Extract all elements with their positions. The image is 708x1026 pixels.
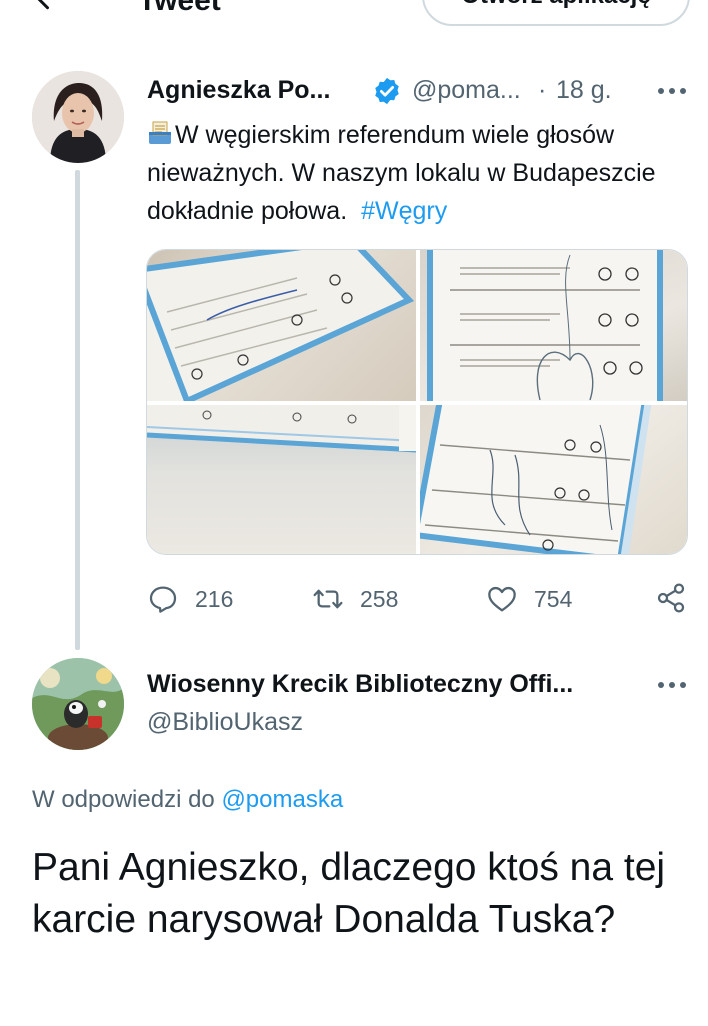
thread-connector-line (75, 170, 80, 650)
retweet-count: 258 (360, 585, 399, 612)
author-handle[interactable]: @poma... (412, 76, 521, 105)
reply-to-label: W odpowiedzi do (32, 786, 215, 813)
top-bar: Tweet Otwórz aplikację (0, 0, 708, 26)
ballot-box-icon (149, 121, 171, 144)
reply-icon (149, 586, 177, 613)
reply-text: Pani Agnieszko, dlaczego ktoś na tej kar… (32, 846, 666, 941)
mention-link[interactable]: @pomaska (221, 786, 343, 813)
media-grid (146, 249, 688, 555)
hashtag-link[interactable]: #Węgry (361, 197, 447, 225)
tweet-text: W węgierskim referendum wiele głosów nie… (147, 116, 687, 230)
reply-count: 216 (195, 585, 234, 612)
more-options-icon[interactable] (656, 86, 688, 96)
page-title: Tweet (138, 0, 221, 17)
reply-context: W odpowiedzi do @pomaska (32, 786, 343, 814)
author-name[interactable]: Wiosenny Krecik Biblioteczny Offi... (147, 670, 573, 699)
tweet-timestamp[interactable]: 18 g. (556, 76, 612, 105)
separator-dot: · (538, 76, 547, 104)
back-arrow-icon[interactable] (30, 0, 60, 14)
ballot-photo-2[interactable] (420, 250, 687, 401)
open-app-button[interactable]: Otwórz aplikację (422, 0, 690, 26)
avatar[interactable] (32, 658, 124, 750)
ballot-photo-4[interactable] (420, 405, 687, 554)
author-name[interactable]: Agnieszka Po... (147, 76, 330, 105)
verified-badge-icon (375, 77, 399, 105)
more-options-icon[interactable] (656, 680, 688, 690)
retweet-action[interactable]: 258 (312, 582, 398, 616)
ballot-photo-1[interactable] (147, 250, 416, 401)
ballot-photo-3[interactable] (147, 405, 416, 554)
retweet-icon (313, 589, 343, 609)
share-icon[interactable] (655, 582, 687, 614)
heart-icon (488, 586, 516, 612)
like-action[interactable]: 754 (486, 582, 572, 616)
like-count: 754 (534, 585, 573, 612)
avatar[interactable] (32, 71, 124, 163)
author-handle[interactable]: @BiblioUkasz (147, 708, 303, 737)
reply-action[interactable]: 216 (147, 582, 233, 616)
